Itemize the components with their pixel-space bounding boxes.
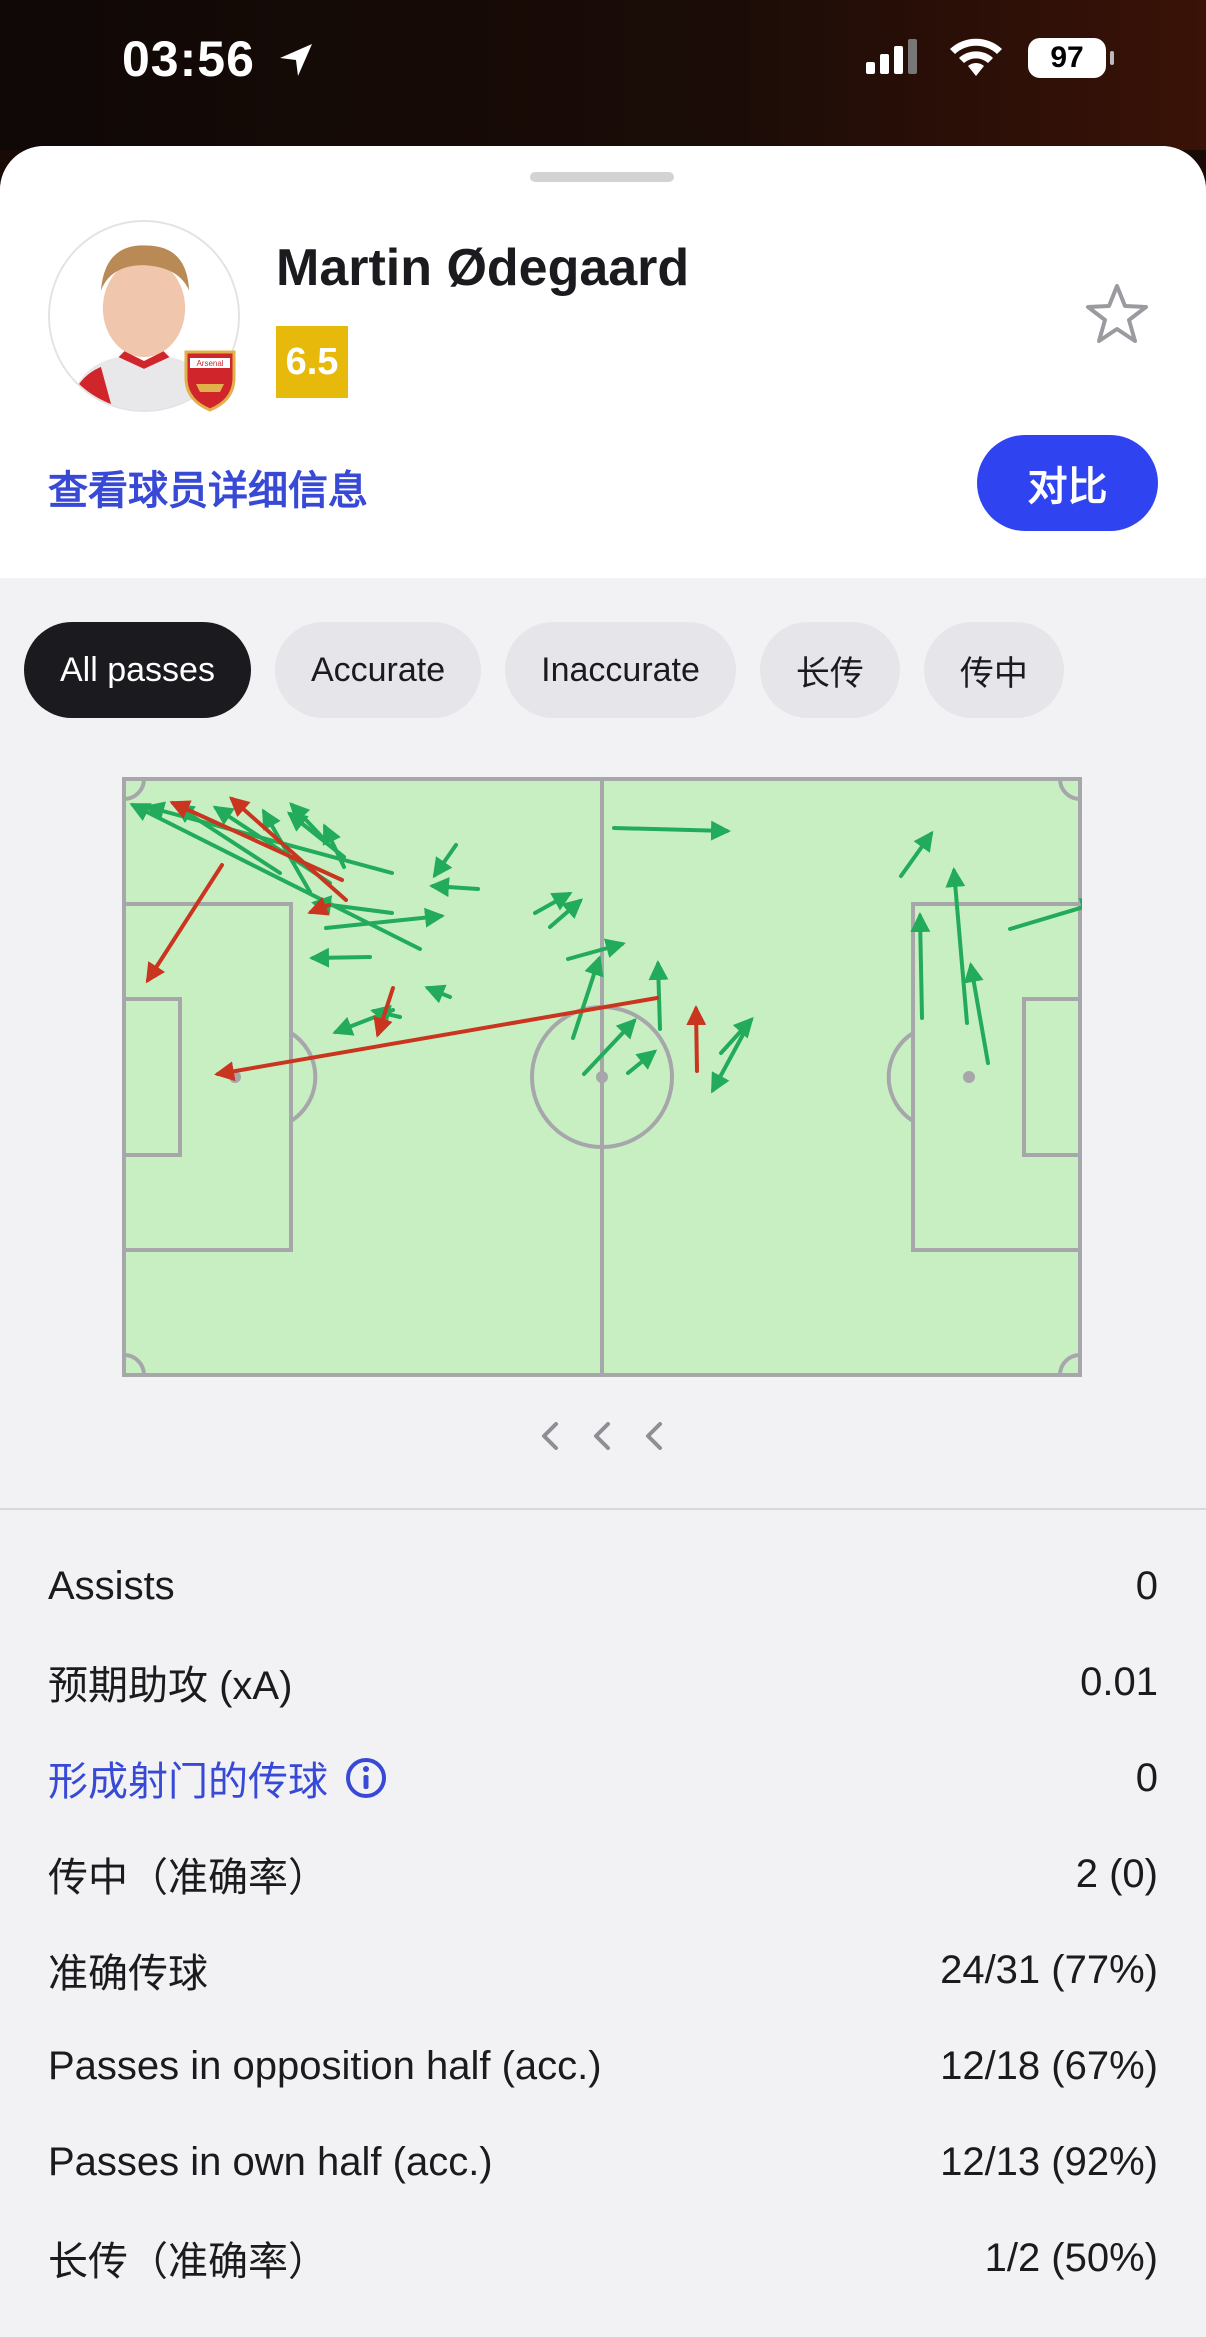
status-bar: 03:56 97: [0, 0, 1206, 150]
favorite-star-icon[interactable]: [1082, 280, 1152, 350]
stat-label: 预期助攻 (xA): [48, 1664, 293, 1708]
location-arrow-icon: [279, 44, 312, 76]
stat-value: 1/2 (50%): [984, 2235, 1158, 2280]
chip-all-passes[interactable]: All passes: [24, 622, 251, 718]
stat-label: 形成射门的传球: [48, 1760, 328, 1804]
stat-row: Passes in own half (acc.) 12/13 (92%): [48, 2114, 1158, 2210]
passing-stats: Assists 0 预期助攻 (xA) 0.01 形成射门的传球 0 传中（准确率）…: [48, 1538, 1158, 2306]
stat-label: Passes in own half (acc.): [48, 2139, 493, 2184]
stat-row: Assists 0: [48, 1538, 1158, 1634]
battery-level: 97: [1050, 41, 1084, 74]
status-icons: 97: [864, 36, 1114, 80]
pass-filter-chips: All passes Accurate Inaccurate 长传 传中: [24, 622, 1064, 718]
accurate-pass-arrow: [910, 912, 931, 1020]
stat-label: Assists: [48, 1563, 175, 1608]
stat-value: 0: [1135, 1755, 1158, 1800]
inaccurate-pass-arrow: [686, 1005, 707, 1073]
player-details-link[interactable]: 查看球员详细信息: [48, 458, 368, 516]
stat-label: Passes in opposition half (acc.): [48, 2043, 602, 2088]
compare-button[interactable]: 对比: [977, 435, 1158, 531]
chip-accurate[interactable]: Accurate: [274, 622, 482, 718]
chip-inaccurate[interactable]: Inaccurate: [505, 622, 736, 718]
carousel-chevrons[interactable]: [538, 1416, 668, 1456]
stat-value: 2 (0): [1075, 1851, 1158, 1896]
shot-creating-passes-link[interactable]: 形成射门的传球: [48, 1749, 388, 1807]
stat-row: 准确传球 24/31 (77%): [48, 1922, 1158, 2018]
cellular-signal-icon: [866, 39, 917, 74]
accurate-pass-arrow: [309, 947, 372, 968]
player-name: Martin Ødegaard: [276, 239, 690, 297]
stat-row: 形成射门的传球 0: [48, 1730, 1158, 1826]
player-sheet: Arsenal Martin Ødegaard 6.5 查看球员详细信息 对比 …: [0, 146, 1206, 2337]
stat-value: 0.01: [1080, 1659, 1158, 1704]
info-icon[interactable]: [344, 1756, 388, 1800]
sheet-grabber[interactable]: [530, 172, 674, 182]
divider: [0, 1508, 1206, 1510]
chip-crosses[interactable]: 传中: [923, 622, 1064, 718]
stat-value: 0: [1135, 1563, 1158, 1608]
wifi-icon: [950, 38, 1002, 76]
stat-row: 长传（准确率） 1/2 (50%): [48, 2210, 1158, 2306]
stat-row: Passes in opposition half (acc.) 12/18 (6…: [48, 2018, 1158, 2114]
stat-label: 准确传球: [48, 1952, 208, 1996]
stat-value: 12/18 (67%): [940, 2043, 1158, 2088]
pass-map: [122, 777, 1082, 1377]
stat-value: 12/13 (92%): [940, 2139, 1158, 2184]
stat-label: 长传（准确率）: [48, 2240, 328, 2284]
badge-text: Arsenal: [196, 359, 223, 368]
arsenal-badge-icon: Arsenal: [184, 350, 236, 412]
battery-indicator: 97: [1028, 38, 1114, 78]
stat-label: 传中（准确率）: [48, 1856, 328, 1900]
stat-value: 24/31 (77%): [940, 1947, 1158, 1992]
player-header: Arsenal Martin Ødegaard 6.5 查看球员详细信息 对比: [0, 146, 1206, 578]
clock: 03:56: [122, 31, 255, 87]
stat-row: 预期助攻 (xA) 0.01: [48, 1634, 1158, 1730]
rating-badge: 6.5: [276, 326, 348, 398]
chip-long-passes[interactable]: 长传: [759, 622, 900, 718]
stat-row: 传中（准确率） 2 (0): [48, 1826, 1158, 1922]
status-time: 03:56: [122, 30, 316, 88]
